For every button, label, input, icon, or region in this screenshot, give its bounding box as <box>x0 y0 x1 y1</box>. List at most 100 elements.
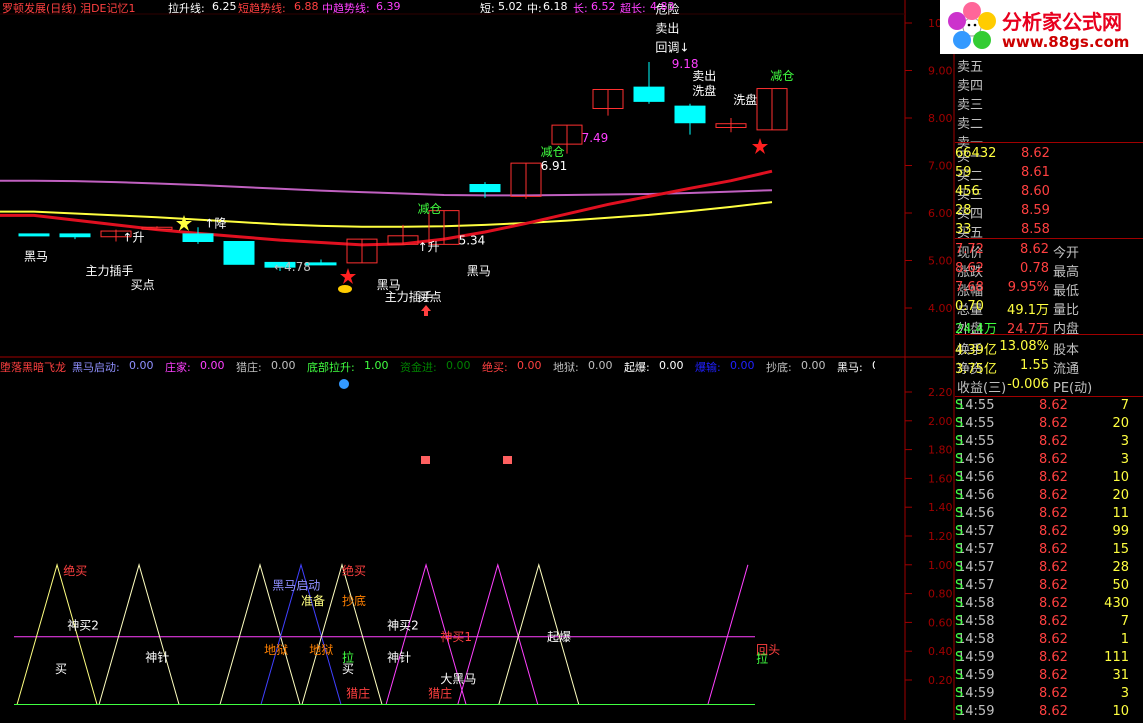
tick-volume: 10 <box>1112 704 1129 719</box>
lower-signal-label: 神买2 <box>67 619 99 633</box>
candle-body <box>182 233 214 242</box>
tick-flag: S <box>955 578 964 593</box>
sell-row: 卖五 <box>955 55 1143 75</box>
chaochang-label: 超长: <box>620 2 646 15</box>
stat-label: 最低 <box>1053 284 1080 299</box>
upper-ytick-label: 6.00 <box>928 207 953 220</box>
stat-value: 1.55 <box>1020 358 1049 373</box>
buy-price: 8.58 <box>1021 222 1050 237</box>
upper-annotation: 6.91 <box>541 159 568 173</box>
lower-header-value: 0.00 <box>588 359 613 372</box>
tick-price: 8.62 <box>1039 686 1068 701</box>
upper-annotation: 5.34 <box>459 233 486 247</box>
candle-body <box>469 184 501 193</box>
upper-ytick-label: 5.00 <box>928 255 953 268</box>
tick-volume: 20 <box>1112 488 1129 503</box>
tick-price: 8.62 <box>1039 614 1068 629</box>
sell-row: 卖三 <box>955 93 1143 113</box>
lower-signal-label: 神针 <box>387 649 411 664</box>
stat-value: 13.08% <box>999 339 1049 354</box>
lower-signal-label: 神买2 <box>387 619 419 633</box>
stat-value: 8.62 <box>1020 242 1049 257</box>
lower-header-value: 0.00 <box>517 359 542 372</box>
lower-header-value: 1.00 <box>364 359 389 372</box>
lower-header-item: 绝买: <box>482 361 508 373</box>
lower-header-item: 黑马: <box>837 361 863 373</box>
tick-flag: S <box>955 650 964 665</box>
chang-value: 6.52 <box>591 0 616 13</box>
lower-header-value: 0.00 <box>872 359 875 372</box>
lower-header-value: 0.00 <box>730 359 755 372</box>
lower-ytick-label: 1.20 <box>928 530 953 543</box>
stat-label: 流通 <box>1053 362 1080 377</box>
lower-signal-label: 准备 <box>301 594 325 608</box>
lower-header-item: 抄底: <box>766 361 792 373</box>
zhong-value: 6.18 <box>543 0 568 13</box>
lower-signal-label: 抄底 <box>342 593 366 608</box>
upper-annotation: 7.49 <box>582 131 609 145</box>
lower-header-value: 0.00 <box>446 359 471 372</box>
lower-signal-label: 买 <box>342 662 354 676</box>
tick-price: 8.62 <box>1039 398 1068 413</box>
lashen-value: 6.25 <box>212 0 237 13</box>
lower-header-item: 资金进: <box>400 361 437 373</box>
stat-label: 今开 <box>1053 246 1080 261</box>
tick-price: 8.62 <box>1039 452 1068 467</box>
stat-value: 49.1万 <box>1007 303 1049 318</box>
tick-volume: 28 <box>1112 560 1129 575</box>
tick-flag: S <box>955 506 964 521</box>
buy-row: 买二 8.61 59 <box>955 164 1143 184</box>
tick-price: 8.62 <box>1039 434 1068 449</box>
candle-body <box>18 233 50 237</box>
tick-volume: 7 <box>1120 614 1129 629</box>
lower-ytick-label: 2.20 <box>928 386 953 399</box>
lower-indicator-header: 堕落黑暗飞龙 黑马启动: 0.00 庄家: 0.00 猎庄: 0.00 底部拉升: 1.00 资金… <box>0 359 875 373</box>
buy-price: 8.59 <box>1021 203 1050 218</box>
tick-volume: 3 <box>1120 434 1129 449</box>
lower-signal-label: 黑马启动 <box>272 578 320 592</box>
lower-ytick-label: 1.80 <box>928 444 953 457</box>
tick-flag: S <box>955 632 964 647</box>
lashen-label: 拉升线: <box>168 2 205 15</box>
lower-header-item: 爆输: <box>695 361 721 373</box>
lower-ytick-label: 0.60 <box>928 616 953 629</box>
candle-body <box>674 105 706 124</box>
sell-row: 卖四 <box>955 74 1143 94</box>
stat-value: 8.62 <box>955 261 984 276</box>
buy-price: 8.60 <box>1021 184 1050 199</box>
upper-annotation: 卖出 <box>692 69 716 83</box>
buy-row: 买四 8.59 28 <box>955 202 1143 222</box>
upper-annotation: 卖出 <box>655 22 679 36</box>
tick-volume: 1 <box>1120 632 1129 647</box>
lower-header-value: 0.00 <box>659 359 684 372</box>
gold-coin-icon <box>338 285 352 293</box>
tick-price: 8.62 <box>1039 506 1068 521</box>
tick-flag: S <box>955 488 964 503</box>
mid-trend-value: 6.39 <box>376 0 401 13</box>
logo-title: 分析家公式网 <box>1002 10 1122 34</box>
stat-label: 量比 <box>1053 303 1080 318</box>
lower-header-value: 0.00 <box>271 359 296 372</box>
tick-volume: 20 <box>1112 416 1129 431</box>
tick-price: 8.62 <box>1039 668 1068 683</box>
lower-signal-label: 猎庄 <box>346 685 370 700</box>
sell-label: 卖五 <box>957 60 984 75</box>
lower-header-value: 0.00 <box>200 359 225 372</box>
short-trend-value: 6.88 <box>294 0 319 13</box>
lower-header-item: 黑马启动: <box>72 361 120 373</box>
tick-price: 8.62 <box>1039 416 1068 431</box>
house-icon <box>421 456 430 464</box>
tick-price: 8.62 <box>1039 524 1068 539</box>
tick-price: 8.62 <box>1039 650 1068 665</box>
tick-flag: S <box>955 560 964 575</box>
stat-value: 7.68 <box>955 280 984 295</box>
tick-volume: 50 <box>1112 578 1129 593</box>
tick-row: 14:56 8.62 11 S <box>955 505 1143 524</box>
tick-row: 14:57 8.62 99 S <box>955 523 1143 542</box>
tick-flag: S <box>955 686 964 701</box>
buy-price: 8.62 <box>1021 146 1050 161</box>
stat-value: 3.75亿 <box>955 362 997 377</box>
tick-row: 14:57 8.62 50 S <box>955 577 1143 596</box>
tick-price: 8.62 <box>1039 632 1068 647</box>
diamond-icon <box>339 379 349 389</box>
